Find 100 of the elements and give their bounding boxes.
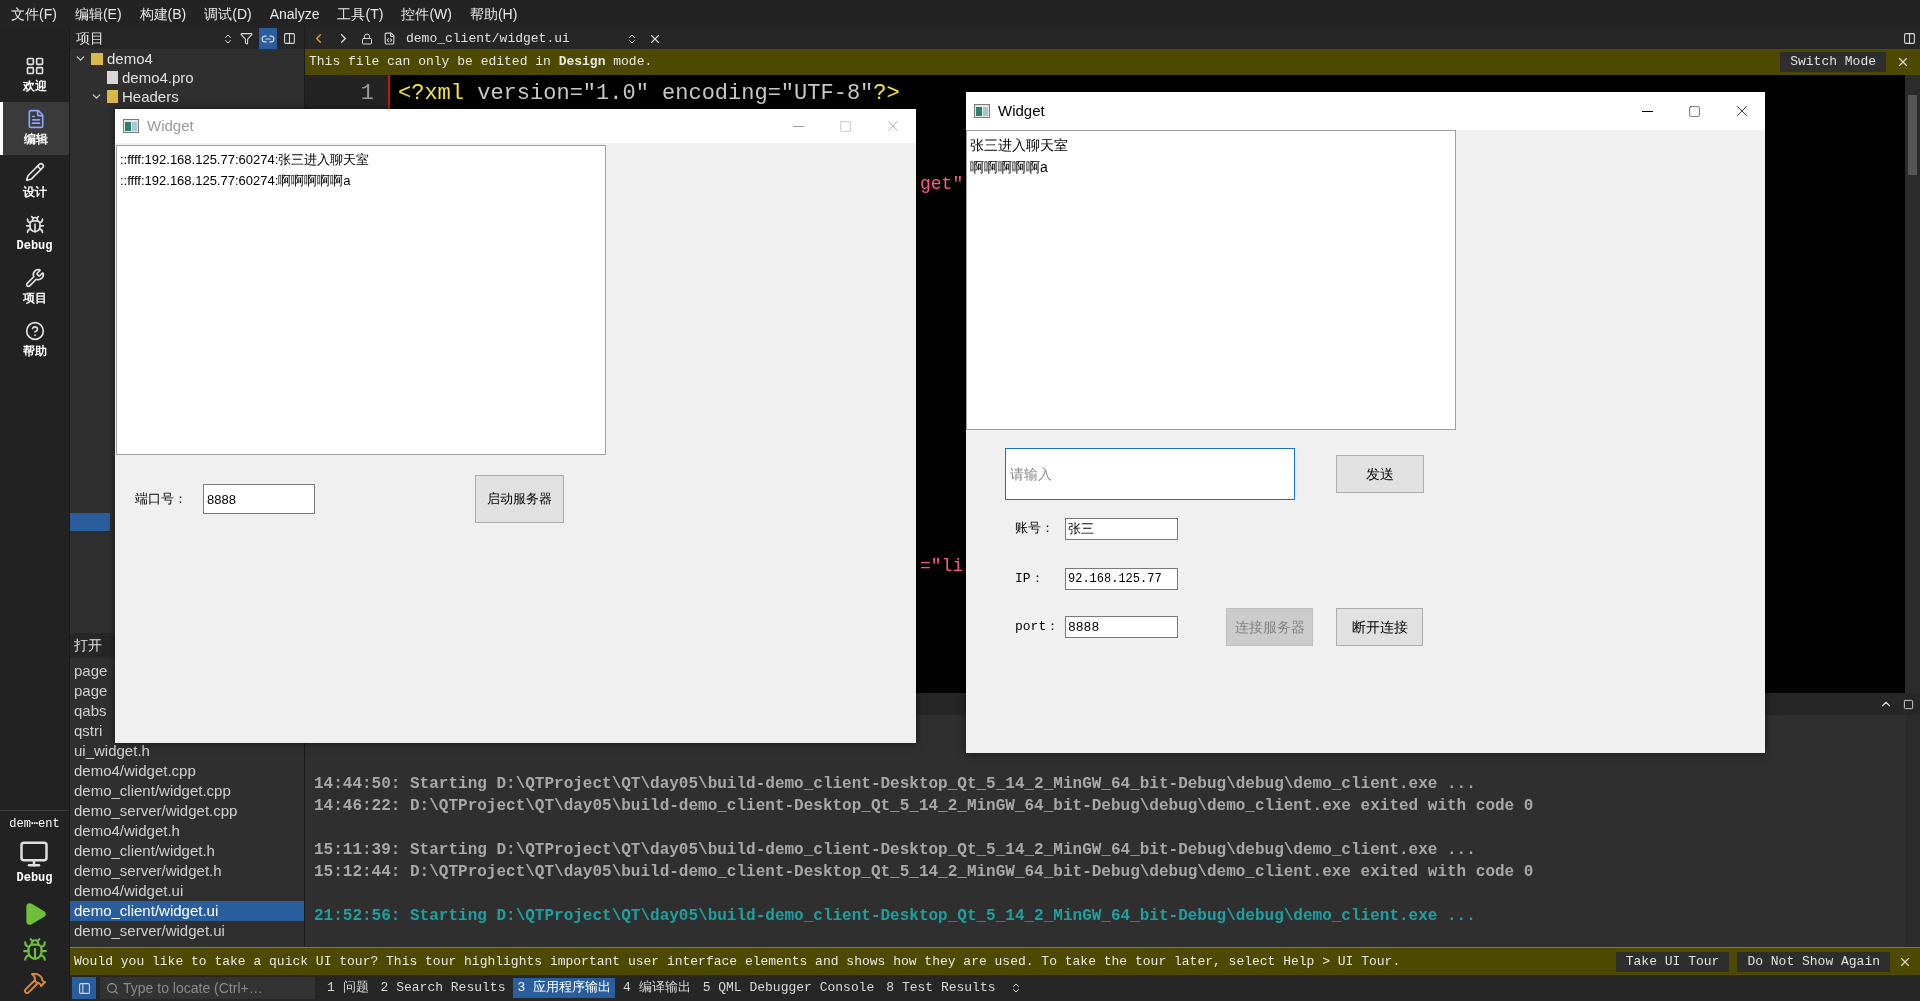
menu-item[interactable]: 调试(D)	[197, 3, 259, 25]
start-server-button[interactable]: 启动服务器	[475, 475, 564, 523]
mode-tab[interactable]: 设计	[0, 155, 69, 208]
mode-tab[interactable]: 编辑	[0, 102, 69, 155]
open-document-item[interactable]: qabs	[70, 701, 109, 721]
pane-title: 打开	[74, 636, 102, 655]
locator-field[interactable]: Type to locate (Ctrl+…	[100, 977, 315, 999]
menu-item[interactable]: 构建(B)	[132, 3, 194, 25]
log-line: ::ffff:192.168.125.77:60274:啊啊啊啊啊a	[120, 172, 352, 190]
output-line: 14:44:50: Starting D:\QTProject\QT\day05\build-demo_client-Desktop_Qt_5_14_2_MinGW_64_bit-Debug\debug\demo_client.exe ...	[314, 774, 1477, 795]
kit-name: dem⋯ent	[9, 816, 60, 833]
lock-icon[interactable]	[361, 32, 373, 45]
switch-mode-button[interactable]: Switch Mode	[1780, 52, 1886, 72]
pencil-icon	[24, 161, 45, 182]
window-title: Widget	[147, 115, 194, 136]
mode-tab[interactable]: 欢迎	[0, 49, 69, 102]
mode-tab[interactable]: 项目	[0, 261, 69, 314]
tour-message: Would you like to take a quick UI tour? This tour highlights important user interface elements and shows how they are used. To take the tour later, select Help > UI Tour.	[74, 952, 1401, 971]
open-document-item[interactable]: demo_server/widget.h	[70, 861, 224, 881]
document-icon	[26, 108, 46, 129]
tour-button[interactable]: Do Not Show Again	[1737, 951, 1890, 972]
output-line: 14:46:22: D:\QTProject\QT\day05\build-demo_client-Desktop_Qt_5_14_2_MinGW_64_bit-Debug\debug\demo_client.exe exited with code 0	[314, 796, 1535, 817]
open-document-item[interactable]: page	[70, 681, 110, 701]
output-tab[interactable]: 5 QML Debugger Console	[698, 978, 879, 998]
open-document-item[interactable]: demo_client/widget.h	[70, 841, 217, 861]
account-label: 账号：	[1015, 520, 1055, 539]
menu-item[interactable]: Analyze	[262, 3, 327, 25]
account-field[interactable]: 张三	[1065, 518, 1178, 540]
menu-item[interactable]: 工具(T)	[330, 3, 391, 25]
open-document-item[interactable]: demo_client/widget.ui	[70, 901, 304, 921]
open-document-item[interactable]: demo4/widget.ui	[70, 881, 186, 901]
wrench-icon	[24, 267, 45, 288]
ip-label: IP：	[1015, 570, 1045, 589]
log-line: 张三进入聊天室	[970, 136, 1069, 155]
menu-item[interactable]: 控件(W)	[394, 3, 459, 25]
output-tab[interactable]: 2 Search Results	[376, 978, 510, 998]
debug-run-button[interactable]	[21, 937, 48, 963]
tree-item[interactable]: demo4	[107, 50, 153, 67]
code-line: <?xml version="1.0" encoding="UTF-8"?>	[398, 80, 901, 108]
monitor-icon	[19, 839, 50, 869]
output-tab[interactable]: 4 编译输出	[619, 978, 695, 998]
maximize-icon	[1688, 104, 1701, 118]
output-tab[interactable]: 8 Test Results	[882, 978, 1000, 998]
output-tab[interactable]: 3 应用程序输出	[513, 978, 616, 998]
line-number: 1	[360, 80, 374, 108]
minimize-icon	[793, 125, 804, 127]
tour-button[interactable]: Take UI Tour	[1615, 951, 1730, 972]
open-document-item[interactable]: demo_client/widget.cpp	[70, 781, 233, 801]
port-field[interactable]: 8888	[1065, 616, 1178, 638]
tree-item[interactable]: demo4.pro	[122, 69, 194, 86]
sync-toggle[interactable]	[259, 28, 277, 49]
info-message: This file can only be edited in Design mode.	[309, 53, 653, 72]
project-view-selector[interactable]: 项目	[76, 28, 216, 49]
grid-icon	[24, 55, 45, 76]
split-icon[interactable]	[1903, 32, 1916, 45]
send-button[interactable]: 发送	[1336, 455, 1424, 493]
open-document-item[interactable]: demo_server/widget.ui	[70, 921, 227, 941]
updown-icon	[626, 32, 638, 45]
open-document-item[interactable]: page	[70, 661, 110, 681]
message-field[interactable]: 请输入	[1005, 448, 1295, 500]
open-document-item[interactable]: qstri	[70, 721, 105, 741]
mode-tab[interactable]: Debug	[0, 208, 69, 261]
search-icon	[106, 981, 119, 995]
disconnect-button[interactable]: 断开连接	[1336, 608, 1423, 646]
open-document-item[interactable]: ui_widget.h	[70, 741, 152, 761]
tree-item[interactable]: Headers	[122, 88, 179, 105]
document-selector[interactable]: demo_client/widget.ui	[406, 28, 616, 49]
output-line: 15:11:39: Starting D:\QTProject\QT\day05\build-demo_client-Desktop_Qt_5_14_2_MinGW_64_bit-Debug\debug\demo_client.exe ...	[314, 840, 1477, 861]
bug-icon	[24, 214, 45, 235]
sidebar-icon	[77, 981, 91, 995]
tree-row-highlight	[70, 513, 110, 531]
mode-tab[interactable]: 帮助	[0, 314, 69, 367]
code-fragment: get"	[920, 173, 964, 196]
file-icon	[107, 71, 118, 84]
folder-icon	[91, 52, 103, 65]
help-icon	[24, 320, 45, 341]
sidebar-toggle[interactable]	[72, 977, 96, 999]
close-icon[interactable]	[1896, 55, 1910, 69]
output-line: 21:52:56: Starting D:\QTProject\QT\day05\build-demo_client-Desktop_Qt_5_14_2_MinGW_64_bit-Debug\debug\demo_client.exe ...	[314, 906, 1477, 927]
code-fragment: ="li	[920, 555, 964, 578]
output-tab[interactable]: 1 问题	[323, 978, 373, 998]
port-label: port：	[1015, 618, 1061, 637]
open-document-item[interactable]: demo_server/widget.cpp	[70, 801, 240, 821]
file-icon	[107, 90, 118, 103]
menu-item[interactable]: 文件(F)	[4, 3, 64, 25]
filter-icon[interactable]	[240, 32, 253, 45]
window-icon	[974, 104, 990, 118]
minimize-icon	[1642, 110, 1653, 112]
kit-selector[interactable]: Debug	[16, 839, 53, 887]
menu-item[interactable]: 帮助(H)	[462, 3, 525, 25]
split-icon[interactable]	[283, 32, 296, 45]
ip-field[interactable]: 92.168.125.77	[1065, 568, 1178, 590]
maximize-icon	[839, 119, 852, 133]
port-field[interactable]: 8888	[203, 484, 315, 514]
build-button[interactable]	[22, 971, 47, 995]
window-title: Widget	[998, 100, 1045, 121]
restore-pane-icon[interactable]	[1903, 698, 1914, 710]
open-document-item[interactable]: demo4/widget.cpp	[70, 761, 198, 781]
open-document-item[interactable]: demo4/widget.h	[70, 821, 182, 841]
menu-item[interactable]: 编辑(E)	[67, 3, 129, 25]
